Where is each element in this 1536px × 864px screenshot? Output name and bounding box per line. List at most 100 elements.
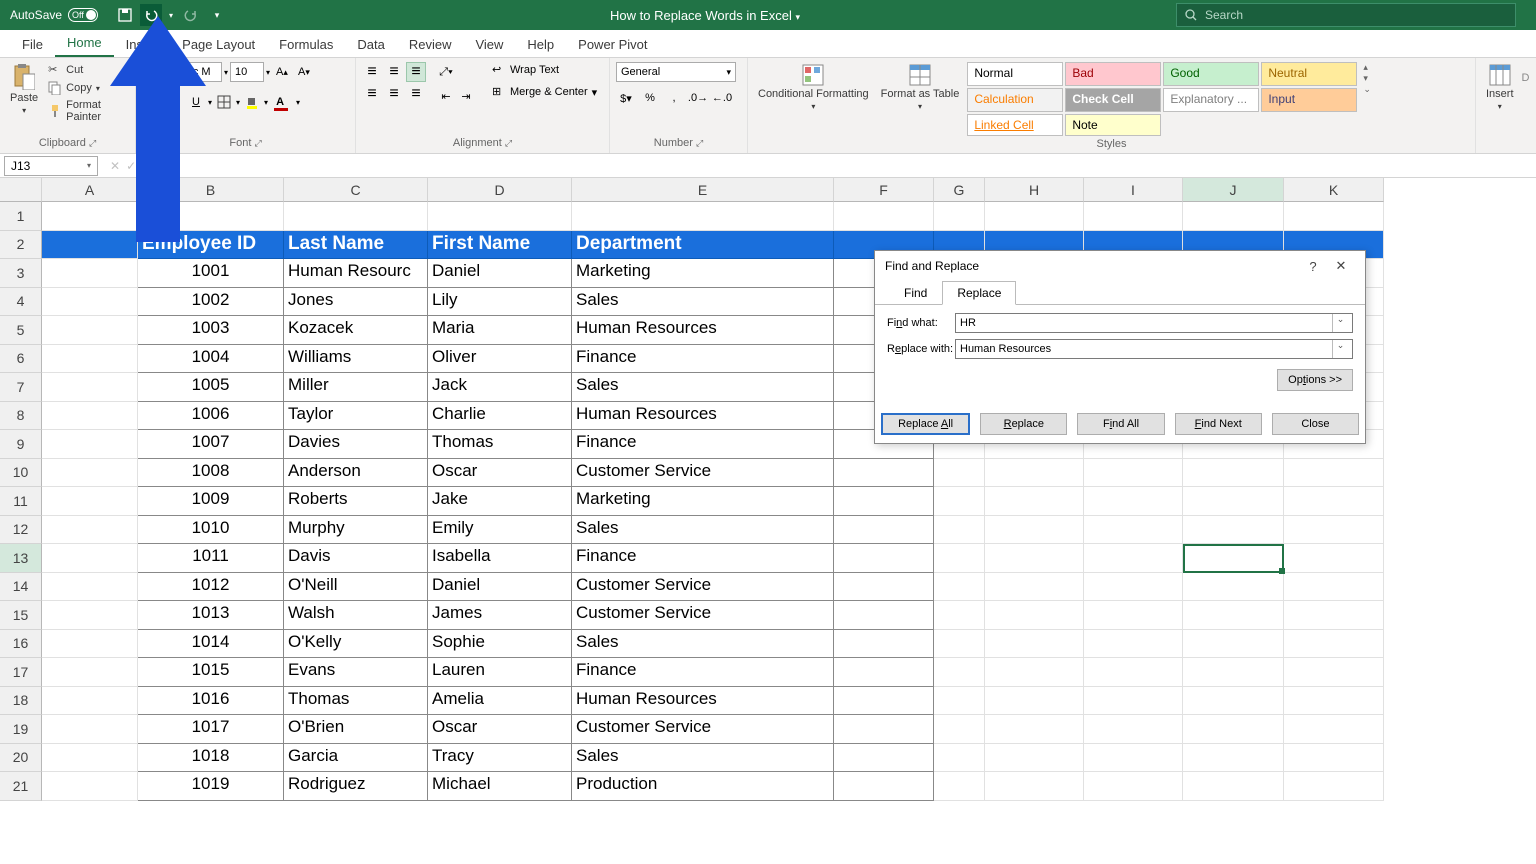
cell-styles-gallery[interactable]: NormalBadGoodNeutralCalculationCheck Cel… [967, 62, 1357, 136]
cell-I19[interactable] [1084, 715, 1183, 744]
bold-button[interactable]: B [142, 92, 162, 112]
cell-J17[interactable] [1183, 658, 1284, 687]
format-painter-button[interactable]: Format Painter [46, 98, 129, 124]
cell-D3[interactable]: Daniel [428, 259, 572, 288]
accounting-button[interactable]: $▾ [616, 88, 636, 108]
cell-G1[interactable] [934, 202, 985, 231]
cell-I1[interactable] [1084, 202, 1183, 231]
active-cell[interactable] [1183, 544, 1284, 573]
align-right-button[interactable]: ≡ [406, 84, 426, 104]
cell-D21[interactable]: Michael [428, 772, 572, 801]
cell-C14[interactable]: O'Neill [284, 573, 428, 602]
replace-all-button[interactable]: Replace All [881, 413, 970, 435]
cell-B1[interactable] [138, 202, 284, 231]
chevron-down-icon[interactable]: ▾ [224, 68, 228, 77]
increase-font-button[interactable]: A▴ [272, 62, 292, 82]
cell-H10[interactable] [985, 459, 1084, 488]
cell-G14[interactable] [934, 573, 985, 602]
row-header-17[interactable]: 17 [0, 658, 42, 687]
row-header-21[interactable]: 21 [0, 772, 42, 801]
format-as-table-button[interactable]: Format as Table▾ [877, 62, 964, 113]
style-check-cell[interactable]: Check Cell [1065, 88, 1161, 112]
cell-D20[interactable]: Tracy [428, 744, 572, 773]
cell-A19[interactable] [42, 715, 138, 744]
cell-A11[interactable] [42, 487, 138, 516]
cell-I11[interactable] [1084, 487, 1183, 516]
column-header-D[interactable]: D [428, 178, 572, 202]
align-center-button[interactable]: ≡ [384, 84, 404, 104]
align-top-button[interactable]: ≡ [362, 62, 382, 82]
row-header-6[interactable]: 6 [0, 345, 42, 374]
styles-scroll-up[interactable]: ▴ [1363, 62, 1371, 73]
row-header-11[interactable]: 11 [0, 487, 42, 516]
tab-home[interactable]: Home [55, 30, 114, 57]
cell-H19[interactable] [985, 715, 1084, 744]
cell-J21[interactable] [1183, 772, 1284, 801]
row-header-9[interactable]: 9 [0, 430, 42, 459]
cell-K19[interactable] [1284, 715, 1384, 744]
cell-E7[interactable]: Sales [572, 373, 834, 402]
style-bad[interactable]: Bad [1065, 62, 1161, 86]
find-next-button[interactable]: Find Next [1175, 413, 1262, 435]
cell-A1[interactable] [42, 202, 138, 231]
cell-H1[interactable] [985, 202, 1084, 231]
row-header-13[interactable]: 13 [0, 544, 42, 573]
cell-C20[interactable]: Garcia [284, 744, 428, 773]
chevron-down-icon[interactable]: ⌄ [1332, 340, 1348, 358]
cell-H20[interactable] [985, 744, 1084, 773]
row-header-10[interactable]: 10 [0, 459, 42, 488]
cell-C6[interactable]: Williams [284, 345, 428, 374]
cell-F16[interactable] [834, 630, 934, 659]
search-box[interactable]: Search [1176, 3, 1516, 27]
number-format-dropdown[interactable]: General▾ [616, 62, 736, 82]
row-header-18[interactable]: 18 [0, 687, 42, 716]
cell-B2[interactable]: Employee ID [138, 231, 284, 260]
cell-J15[interactable] [1183, 601, 1284, 630]
cell-I20[interactable] [1084, 744, 1183, 773]
cell-E5[interactable]: Human Resources [572, 316, 834, 345]
tab-insert[interactable]: Insert [114, 32, 171, 57]
cell-B7[interactable]: 1005 [138, 373, 284, 402]
style-normal[interactable]: Normal [967, 62, 1063, 86]
cell-J1[interactable] [1183, 202, 1284, 231]
font-size-input[interactable] [230, 62, 264, 82]
cell-C8[interactable]: Taylor [284, 402, 428, 431]
cell-E16[interactable]: Sales [572, 630, 834, 659]
row-header-20[interactable]: 20 [0, 744, 42, 773]
chevron-down-icon[interactable]: ⌄ [1332, 314, 1348, 332]
cell-A14[interactable] [42, 573, 138, 602]
cell-I16[interactable] [1084, 630, 1183, 659]
wrap-text-button[interactable]: ↩Wrap Text [490, 62, 599, 78]
cell-C10[interactable]: Anderson [284, 459, 428, 488]
cell-I21[interactable] [1084, 772, 1183, 801]
cell-C3[interactable]: Human Resourc [284, 259, 428, 288]
cell-F15[interactable] [834, 601, 934, 630]
styles-scroll-down[interactable]: ▾ [1363, 73, 1371, 84]
cell-A6[interactable] [42, 345, 138, 374]
tab-find[interactable]: Find [889, 281, 942, 305]
cell-B3[interactable]: 1001 [138, 259, 284, 288]
fill-handle[interactable] [1279, 568, 1285, 574]
styles-more[interactable]: ⌄ [1363, 84, 1371, 95]
cell-I18[interactable] [1084, 687, 1183, 716]
cell-K13[interactable] [1284, 544, 1384, 573]
cell-F1[interactable] [834, 202, 934, 231]
cell-B21[interactable]: 1019 [138, 772, 284, 801]
cell-J11[interactable] [1183, 487, 1284, 516]
font-name-input[interactable] [142, 62, 222, 82]
cell-D5[interactable]: Maria [428, 316, 572, 345]
cell-G12[interactable] [934, 516, 985, 545]
cell-F13[interactable] [834, 544, 934, 573]
cell-D18[interactable]: Amelia [428, 687, 572, 716]
row-header-8[interactable]: 8 [0, 402, 42, 431]
cell-C7[interactable]: Miller [284, 373, 428, 402]
cell-F17[interactable] [834, 658, 934, 687]
cell-B18[interactable]: 1016 [138, 687, 284, 716]
fx-icon[interactable]: fx [142, 159, 151, 173]
cell-D19[interactable]: Oscar [428, 715, 572, 744]
cell-B6[interactable]: 1004 [138, 345, 284, 374]
align-bottom-button[interactable]: ≡ [406, 62, 426, 82]
enter-formula-icon[interactable]: ✓ [126, 159, 136, 173]
cell-J12[interactable] [1183, 516, 1284, 545]
name-box[interactable]: J13▾ [4, 156, 98, 176]
